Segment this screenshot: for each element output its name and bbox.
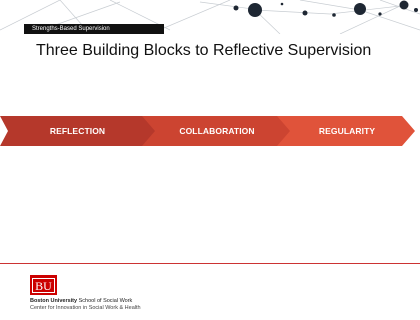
- footer-org-line: Boston University School of Social Work: [30, 298, 132, 304]
- footer-center-line: Center for Innovation in Social Work & H…: [30, 305, 141, 311]
- bu-logo-icon: BU: [30, 275, 57, 295]
- network-banner: Strengths-Based Supervision: [0, 0, 420, 34]
- footer-org-bold: Boston University: [30, 298, 78, 304]
- footer-org-rest: School of Social Work: [77, 298, 133, 304]
- chevron-collaboration: COLLABORATION: [140, 116, 290, 146]
- bu-logo-text: BU: [32, 277, 55, 293]
- slide-title: Three Building Blocks to Reflective Supe…: [36, 42, 372, 59]
- chevron-regularity: REGULARITY: [275, 116, 415, 146]
- chevron-reflection: REFLECTION: [0, 116, 155, 146]
- footer-divider: [0, 263, 420, 264]
- process-flow: REFLECTION COLLABORATION REGULARITY: [0, 116, 420, 146]
- header-tab: Strengths-Based Supervision: [24, 24, 164, 34]
